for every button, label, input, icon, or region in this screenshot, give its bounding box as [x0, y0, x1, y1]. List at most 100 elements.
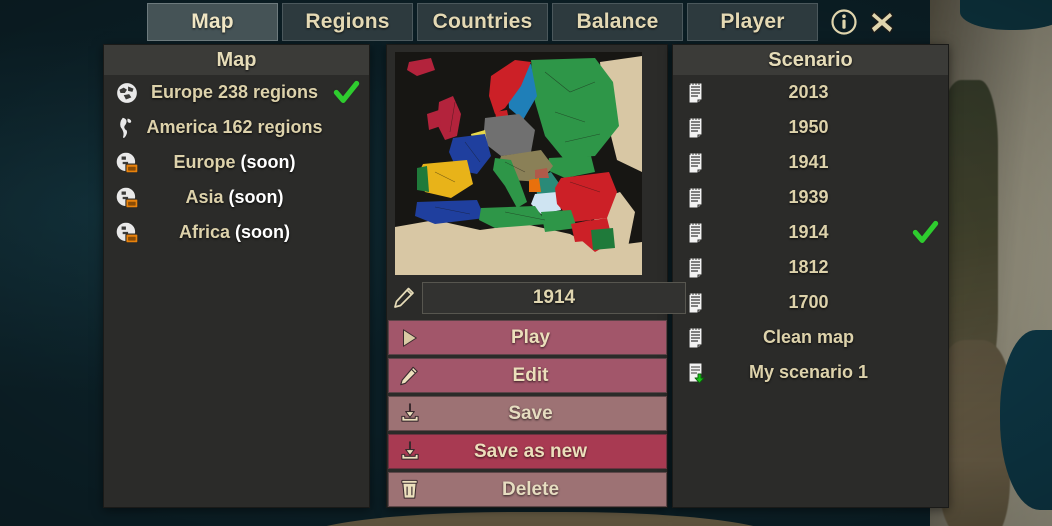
map-preview[interactable] [395, 52, 642, 275]
pencil-icon [386, 286, 422, 310]
map-name: Africa [178, 222, 231, 242]
play-button[interactable]: Play [388, 320, 667, 355]
scroll-icon [688, 81, 704, 104]
scenario-list-item[interactable]: Clean map [673, 320, 948, 355]
tab-label: Balance [576, 10, 659, 33]
tab-balance[interactable]: Balance [552, 3, 683, 41]
scenario-panel: Scenario 2013 1950 1941 1939 1914 1812 1700 Cle… [672, 44, 949, 508]
action-button-label: Save [508, 402, 553, 424]
map-name: Europe [173, 152, 236, 172]
globe-locked-icon [110, 220, 144, 246]
tab-player[interactable]: Player [687, 3, 818, 41]
save-as-new-button[interactable]: Save as new [388, 434, 667, 469]
map-list-item-label: Europe 238 regions [150, 82, 319, 102]
scenario-list-item-label: 1939 [788, 187, 829, 207]
scroll-icon [679, 256, 713, 280]
scenario-list-item-label: 2013 [788, 82, 829, 102]
globe-europe-icon [116, 81, 138, 104]
scenario-name-input[interactable] [422, 282, 686, 314]
scenario-list-item[interactable]: 1950 [673, 110, 948, 145]
scroll-icon [688, 151, 704, 174]
scenario-list-item-label: 1812 [788, 257, 829, 277]
tab-countries[interactable]: Countries [417, 3, 548, 41]
selected-check-icon [329, 79, 363, 106]
game-screen: Map Regions Countries Balance Player Map Eur… [0, 0, 1052, 526]
map-list-item[interactable]: Europe 238 regions [104, 75, 369, 110]
globe-locked-icon [115, 221, 139, 243]
main-tab-bar: Map Regions Countries Balance Player [147, 3, 818, 41]
scenario-list-item[interactable]: 1700 [673, 285, 948, 320]
trash-icon [389, 478, 429, 501]
globe-locked-icon [115, 151, 139, 173]
save-icon [400, 441, 419, 460]
scenario-list-item[interactable]: 1812 [673, 250, 948, 285]
close-icon[interactable] [868, 8, 896, 36]
action-button-group: Play Edit Save Save as new Delete [388, 320, 667, 507]
map-list-item[interactable]: America 162 regions [104, 110, 369, 145]
globe-locked-icon [110, 150, 144, 176]
scroll-icon [679, 221, 713, 245]
scroll-icon [679, 116, 713, 140]
scenario-list-item-label: 1700 [788, 292, 829, 312]
map-panel-title: Map [104, 45, 369, 75]
scenario-panel-title: Scenario [673, 45, 948, 75]
scenario-list-item[interactable]: My scenario 1 [673, 355, 948, 390]
scenario-list: 2013 1950 1941 1939 1914 1812 1700 Clean map My … [673, 75, 948, 390]
globe-locked-icon [115, 186, 139, 208]
scroll-icon [679, 186, 713, 210]
header-icon-group [830, 4, 896, 40]
scroll-icon [688, 116, 704, 139]
pencil-icon [389, 365, 429, 387]
map-panel: Map Europe 238 regions America 162 region… [103, 44, 370, 508]
map-soon-badge: (soon) [235, 222, 291, 242]
scroll-icon [688, 291, 704, 314]
selected-check-icon [908, 219, 942, 246]
scenario-list-item[interactable]: 2013 [673, 75, 948, 110]
info-icon[interactable] [830, 8, 858, 36]
tab-label: Player [720, 10, 785, 33]
delete-button: Delete [388, 472, 667, 507]
map-soon-badge: (soon) [240, 152, 296, 172]
scenario-list-item[interactable]: 1939 [673, 180, 948, 215]
map-list-item[interactable]: Europe (soon) [104, 145, 369, 180]
action-button-label: Save as new [473, 440, 588, 462]
scroll-save-icon [688, 361, 705, 383]
action-button-label: Delete [501, 478, 560, 500]
globe-europe-icon [110, 80, 144, 106]
globe-locked-icon [110, 185, 144, 211]
scenario-list-item-label: Clean map [762, 327, 855, 347]
scroll-icon [688, 186, 704, 209]
map-list-item[interactable]: Africa (soon) [104, 215, 369, 250]
scenario-list-item-label: My scenario 1 [748, 362, 869, 382]
save-icon [389, 402, 429, 425]
scenario-name-field-group [386, 280, 686, 316]
scroll-save-icon [679, 361, 713, 385]
scroll-icon [679, 326, 713, 350]
scroll-icon [688, 326, 704, 349]
scenario-list-item[interactable]: 1914 [673, 215, 948, 250]
trash-icon [400, 479, 418, 499]
globe-america-icon [110, 115, 144, 141]
save-button: Save [388, 396, 667, 431]
tab-label: Regions [305, 10, 390, 33]
scenario-list-item-label: 1941 [788, 152, 829, 172]
map-list-item[interactable]: Asia (soon) [104, 180, 369, 215]
map-list: Europe 238 regions America 162 regions Eur… [104, 75, 369, 250]
scenario-list-item[interactable]: 1941 [673, 145, 948, 180]
map-list-item-label: Asia (soon) [144, 187, 329, 208]
save-icon [389, 440, 429, 463]
tab-label: Map [191, 10, 234, 33]
play-icon [402, 328, 417, 347]
edit-button[interactable]: Edit [388, 358, 667, 393]
tab-map[interactable]: Map [147, 3, 278, 41]
tab-label: Countries [432, 10, 533, 33]
map-list-item-label: Europe (soon) [144, 152, 329, 173]
play-icon [389, 327, 429, 349]
tab-regions[interactable]: Regions [282, 3, 413, 41]
scroll-icon [688, 256, 704, 279]
scenario-list-item-label: 1950 [788, 117, 829, 137]
map-list-item-label: America 162 regions [146, 117, 323, 137]
pencil-icon [400, 366, 418, 385]
map-list-item-label: Africa (soon) [144, 222, 329, 243]
save-icon [400, 403, 419, 422]
